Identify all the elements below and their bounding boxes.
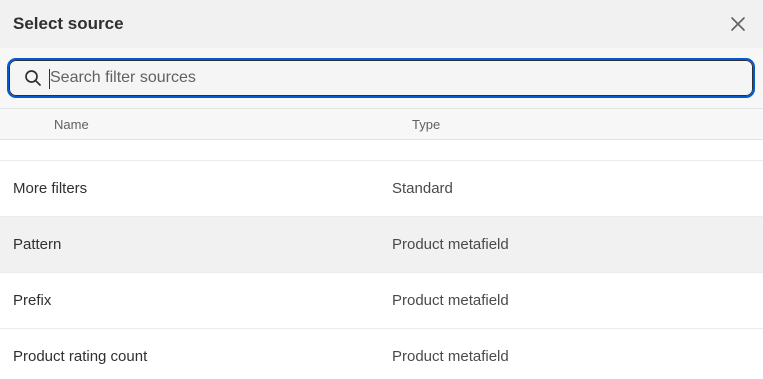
row-type: Product metafield (392, 140, 509, 141)
row-name: Pattern (13, 236, 62, 253)
column-header-name: Name (54, 117, 89, 132)
search-icon (25, 70, 41, 86)
row-name: More filters (13, 180, 88, 197)
row-type: Product metafield (392, 292, 509, 309)
list-item[interactable]: Product rating count Product metafield (0, 329, 763, 379)
list-item[interactable]: Prefix Product metafield (0, 273, 763, 329)
list-item[interactable]: Product metafield (0, 140, 763, 161)
row-name: Product rating count (13, 348, 148, 365)
modal-header: Select source (0, 0, 763, 48)
select-source-modal: Select source Name Type Product metafiel… (0, 0, 763, 379)
search-input[interactable] (50, 63, 730, 93)
source-list: Product metafield More filters Standard … (0, 140, 763, 379)
table-header: Name Type (0, 109, 763, 140)
search-box[interactable] (7, 58, 755, 98)
search-area (0, 48, 763, 109)
row-type: Product metafield (392, 236, 509, 253)
close-button[interactable] (726, 12, 750, 36)
list-item[interactable]: More filters Standard (0, 161, 763, 217)
row-type: Standard (392, 180, 453, 197)
row-type: Product metafield (392, 348, 509, 365)
modal-title: Select source (13, 14, 124, 33)
list-item[interactable]: Pattern Product metafield (0, 217, 763, 273)
text-caret (49, 69, 50, 89)
row-name: Prefix (13, 292, 52, 309)
column-header-type: Type (412, 117, 441, 132)
close-icon (731, 17, 745, 31)
